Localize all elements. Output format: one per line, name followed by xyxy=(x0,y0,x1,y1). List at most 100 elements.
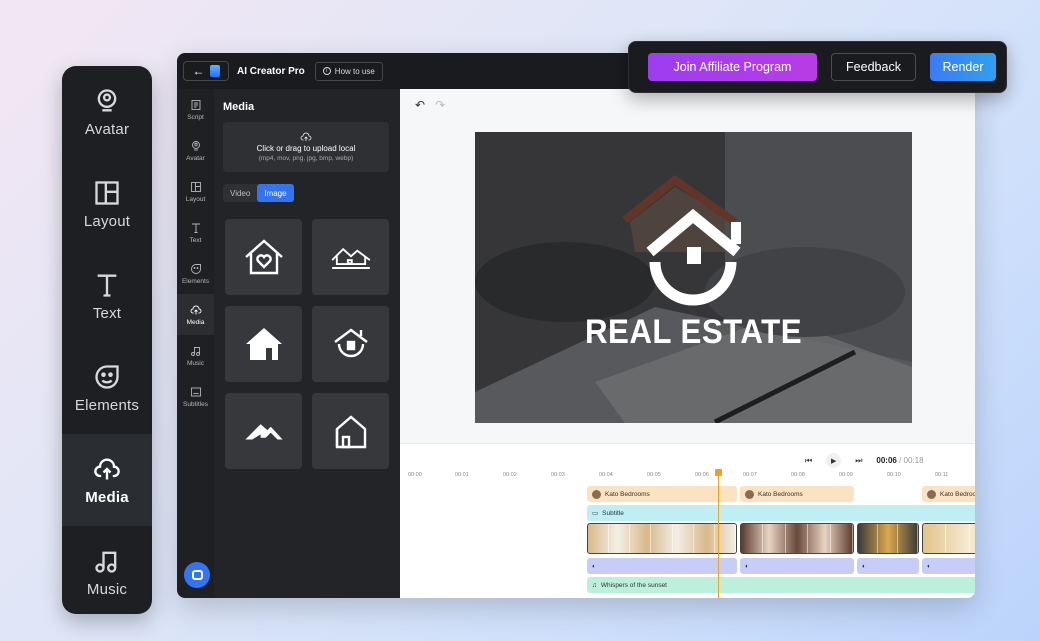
avatar-clip-label: Kato Bedrooms xyxy=(605,490,650,498)
subtitle-track[interactable]: ▭ Subtitle xyxy=(587,505,975,521)
nav-item-avatar[interactable]: Avatar xyxy=(177,130,214,171)
play-button[interactable]: ▶ xyxy=(826,453,842,468)
avatar-clip[interactable]: Kato Bedrooms xyxy=(587,486,737,502)
time-separator: / xyxy=(896,456,904,465)
voice-icon: ◐ xyxy=(745,562,749,570)
elements-icon xyxy=(95,364,119,389)
nav-item-label: Music xyxy=(187,359,204,367)
voice-icon: ◐ xyxy=(862,562,866,570)
video-preview[interactable]: REAL ESTATE xyxy=(475,132,912,423)
back-arrow-icon: ← xyxy=(192,64,205,78)
ruler-tick: 00:03 xyxy=(551,472,565,478)
voice-track[interactable]: ◐ xyxy=(857,558,919,574)
media-upload-icon xyxy=(190,305,201,314)
sidebar-item-layout[interactable]: Layout xyxy=(62,158,152,250)
image-tile[interactable] xyxy=(225,306,302,382)
sidebar-item-label: Layout xyxy=(83,212,131,230)
time-readout: 00:06 / 00:18 xyxy=(876,456,923,465)
image-tile[interactable] xyxy=(312,219,389,295)
text-icon xyxy=(191,223,200,233)
avatar-icon xyxy=(191,140,200,150)
undo-icon[interactable]: ↶ xyxy=(415,98,425,112)
render-button[interactable]: Render xyxy=(930,53,996,81)
chat-support-button[interactable] xyxy=(184,562,210,588)
nav-item-layout[interactable]: Layout xyxy=(177,171,214,212)
ruler-tick: 00:08 xyxy=(791,472,805,478)
sidebar-item-avatar[interactable]: Avatar xyxy=(62,66,152,158)
avatar-clip[interactable]: Kato Bedrooms xyxy=(922,486,975,502)
editor-window: ← AI Creator Pro i How to use Script Ava… xyxy=(177,53,975,598)
current-time: 00:06 xyxy=(876,456,897,465)
tab-image[interactable]: Image xyxy=(257,184,294,202)
feedback-button[interactable]: Feedback xyxy=(831,53,916,81)
layout-icon xyxy=(190,181,201,192)
preview-background-image xyxy=(475,132,912,423)
image-tile[interactable] xyxy=(225,219,302,295)
video-clip[interactable] xyxy=(922,523,975,554)
join-affiliate-button[interactable]: Join Affiliate Program xyxy=(648,53,817,81)
skip-forward-icon[interactable]: ⏭ xyxy=(855,456,862,466)
ruler-tick: 00:11 xyxy=(935,472,949,478)
tab-video[interactable]: Video xyxy=(223,184,257,202)
subtitle-track-label: Subtitle xyxy=(602,509,624,517)
preview-headline: REAL ESTATE xyxy=(584,313,803,351)
image-tile[interactable] xyxy=(225,393,302,469)
house-solid-icon xyxy=(245,328,282,360)
voice-track[interactable]: ◐ xyxy=(740,558,854,574)
nav-item-text[interactable]: Text xyxy=(177,212,214,253)
sidebar-item-label: Music xyxy=(86,580,128,598)
avatar-clip[interactable]: Kato Bedrooms xyxy=(740,486,854,502)
nav-item-label: Text xyxy=(189,236,202,244)
how-to-use-button[interactable]: i How to use xyxy=(314,61,383,81)
nav-item-media[interactable]: Media xyxy=(177,294,214,335)
back-button[interactable]: ← xyxy=(183,61,229,81)
sidebar-item-media[interactable]: Media xyxy=(62,434,152,526)
image-tile[interactable] xyxy=(312,306,389,382)
ruler-tick: 00:06 xyxy=(695,472,709,478)
nav-item-elements[interactable]: Elements xyxy=(177,253,214,294)
video-clip[interactable] xyxy=(587,523,737,554)
ruler-tick: 00:01 xyxy=(455,472,469,478)
elements-icon xyxy=(190,263,201,274)
playback-controls: ⏮ ▶ ⏭ 00:06 / 00:18 xyxy=(805,453,924,468)
nav-item-subtitles[interactable]: Subtitles xyxy=(177,376,214,417)
chat-icon xyxy=(191,570,203,580)
ruler-tick: 00:10 xyxy=(887,472,901,478)
voice-track[interactable]: ◐ xyxy=(587,558,737,574)
nav-item-script[interactable]: Script xyxy=(177,89,214,130)
ruler-tick: 00:05 xyxy=(647,472,661,478)
sidebar-item-label: Text xyxy=(92,304,122,322)
house-outline-icon xyxy=(335,415,366,449)
voice-track[interactable]: ◐ xyxy=(922,558,975,574)
sidebar-item-label: Media xyxy=(85,488,129,506)
avatar-icon xyxy=(97,88,117,111)
image-tile[interactable] xyxy=(312,393,389,469)
sidebar-item-music[interactable]: Music xyxy=(62,526,152,614)
skip-back-icon[interactable]: ⏮ xyxy=(805,456,812,466)
music-note-icon: ♫ xyxy=(592,581,597,589)
time-ruler[interactable]: 00:00 00:01 00:02 00:03 00:04 00:05 00:0… xyxy=(408,472,975,482)
nav-rail: Script Avatar Layout Text Elements Media xyxy=(177,89,214,598)
subtitle-icon: ▭ xyxy=(592,510,599,517)
avatar-clip-label: Kato Bedrooms xyxy=(758,490,803,498)
nav-item-label: Layout xyxy=(185,195,206,203)
canvas-area: ↶ ↷ REAL ESTATE xyxy=(400,89,975,443)
timeline: ⏮ ▶ ⏭ 00:06 / 00:18 00:00 00:01 00:02 00… xyxy=(400,443,975,598)
nav-item-label: Script xyxy=(187,113,204,121)
video-clip[interactable] xyxy=(740,523,854,554)
layout-icon xyxy=(95,180,119,205)
music-track[interactable]: ♫ Whispers of the sunset xyxy=(587,577,975,593)
sidebar-item-elements[interactable]: Elements xyxy=(62,342,152,434)
upload-dropzone[interactable]: Click or drag to upload local (mp4, mov,… xyxy=(223,122,389,172)
video-clip[interactable] xyxy=(857,523,919,554)
ruler-tick: 00:07 xyxy=(743,472,757,478)
ruler-tick: 00:04 xyxy=(599,472,613,478)
how-to-use-label: How to use xyxy=(334,66,375,76)
nav-item-label: Media xyxy=(186,318,205,326)
sidebar-item-label: Avatar xyxy=(84,120,130,138)
nav-item-music[interactable]: Music xyxy=(177,335,214,376)
playhead[interactable] xyxy=(715,469,722,598)
sidebar-item-text[interactable]: Text xyxy=(62,250,152,342)
redo-icon[interactable]: ↷ xyxy=(435,98,445,112)
undo-redo-group: ↶ ↷ xyxy=(415,98,445,112)
